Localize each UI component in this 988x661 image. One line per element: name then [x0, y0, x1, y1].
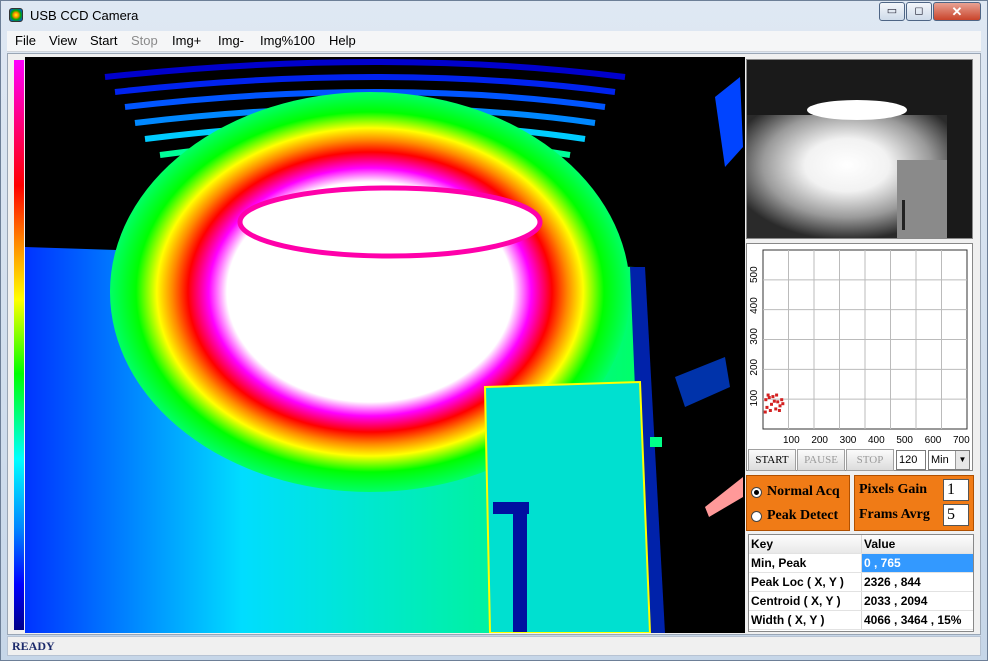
false-color-image-view[interactable]: [25, 57, 745, 633]
table-header: Key Value: [749, 535, 973, 554]
data-point: [764, 398, 768, 402]
radio-unchecked-icon: [751, 511, 762, 522]
row-value: 2033 , 2094: [861, 592, 973, 610]
x-tick-label: 600: [925, 435, 942, 446]
radio-checked-icon: [751, 487, 762, 498]
x-tick-label: 300: [840, 435, 857, 446]
acquisition-mode-panel: Normal Acq Peak Detect: [746, 475, 850, 531]
row-value: 0 , 765: [861, 554, 973, 572]
menu-img-plus[interactable]: Img+: [172, 33, 201, 48]
acquisition-controls: START PAUSE STOP 120 Min ▼: [748, 449, 974, 473]
title-bar[interactable]: USB CCD Camera ▭ ◻ ✕: [1, 1, 987, 31]
key-column-header[interactable]: Key: [751, 537, 773, 551]
menu-img-100[interactable]: Img%100: [260, 33, 315, 48]
y-tick-label: 400: [749, 297, 760, 314]
data-point: [775, 393, 779, 397]
y-tick-label: 500: [749, 266, 760, 283]
y-tick-label: 300: [749, 328, 760, 345]
client-area: 100 200 300 400 500 600 700 100 200 300 400 500 STA…: [7, 53, 981, 635]
minimize-button[interactable]: ▭: [879, 2, 905, 21]
x-tick-label: 100: [783, 435, 800, 446]
menu-help[interactable]: Help: [329, 33, 356, 48]
data-point: [780, 398, 784, 402]
data-point: [777, 408, 781, 412]
status-bar: READY: [7, 636, 981, 656]
data-point: [763, 410, 767, 414]
x-tick-label: 200: [811, 435, 828, 446]
data-point: [772, 399, 776, 403]
y-tick-label: 100: [749, 389, 760, 406]
pause-button[interactable]: PAUSE: [797, 449, 845, 471]
mode-select-value: Min: [931, 454, 949, 466]
peak-detect-label: Peak Detect: [767, 508, 839, 523]
data-point: [774, 407, 778, 411]
menu-start[interactable]: Start: [90, 33, 117, 48]
status-text: READY: [12, 639, 55, 653]
x-tick-label: 700: [953, 435, 970, 446]
close-button[interactable]: ✕: [933, 2, 981, 21]
menu-img-minus[interactable]: Img-: [218, 33, 244, 48]
data-point: [776, 400, 780, 404]
table-row[interactable]: Width ( X, Y ) 4066 , 3464 , 15%: [749, 611, 973, 630]
menu-bar: File View Start Stop Img+ Img- Img%100 H…: [7, 31, 981, 52]
camera-preview-image: [746, 59, 973, 239]
scatter-chart: 100 200 300 400 500 600 700 100 200 300 400 500: [749, 249, 970, 446]
false-color-image: [25, 57, 745, 633]
frame-count-field[interactable]: 120: [896, 450, 926, 470]
start-button[interactable]: START: [748, 449, 796, 471]
grayscale-preview: [747, 60, 972, 238]
color-palette-bar: [14, 60, 24, 630]
pixels-gain-label: Pixels Gain: [859, 482, 928, 497]
table-row[interactable]: Min, Peak 0 , 765: [749, 554, 973, 573]
chevron-down-icon: ▼: [955, 451, 969, 469]
menu-view[interactable]: View: [49, 33, 77, 48]
normal-acq-radio[interactable]: Normal Acq: [751, 484, 840, 500]
normal-acq-label: Normal Acq: [767, 484, 840, 499]
peak-detect-radio[interactable]: Peak Detect: [751, 508, 838, 524]
menu-file[interactable]: File: [15, 33, 36, 48]
frames-average-label: Frams Avrg: [859, 507, 930, 522]
table-row[interactable]: Centroid ( X, Y ) 2033 , 2094: [749, 592, 973, 611]
peak-scatter-plot: 100 200 300 400 500 600 700 100 200 300 400 500: [746, 243, 973, 471]
data-point: [770, 402, 773, 406]
window-title: USB CCD Camera: [30, 8, 139, 23]
row-key: Min, Peak: [751, 556, 807, 570]
table-row[interactable]: Peak Loc ( X, Y ) 2326 , 844: [749, 573, 973, 592]
row-value: 2326 , 844: [861, 573, 973, 591]
data-point: [765, 405, 769, 409]
gain-average-panel: Pixels Gain 1 Frams Avrg 5: [854, 475, 974, 531]
measurement-table: Key Value Min, Peak 0 , 765 Peak Loc ( X…: [748, 534, 974, 632]
data-point: [778, 404, 782, 408]
row-key: Centroid ( X, Y ): [751, 594, 841, 608]
data-point: [766, 393, 770, 397]
x-tick-label: 500: [896, 435, 913, 446]
data-point: [781, 402, 785, 406]
row-value: 4066 , 3464 , 15%: [861, 611, 973, 629]
y-tick-label: 200: [749, 358, 760, 375]
data-point: [771, 395, 775, 399]
main-window: USB CCD Camera ▭ ◻ ✕ File View Start Sto…: [0, 0, 988, 661]
row-key: Width ( X, Y ): [751, 613, 825, 627]
app-camera-icon: [9, 8, 23, 22]
frames-average-field[interactable]: 5: [943, 504, 969, 526]
row-key: Peak Loc ( X, Y ): [751, 575, 844, 589]
stop-button[interactable]: STOP: [846, 449, 894, 471]
menu-stop[interactable]: Stop: [131, 33, 158, 48]
restore-button[interactable]: ◻: [906, 2, 932, 21]
x-tick-label: 400: [868, 435, 885, 446]
pixels-gain-field[interactable]: 1: [943, 479, 969, 501]
data-point: [768, 408, 772, 412]
mode-select[interactable]: Min ▼: [928, 450, 970, 470]
value-column-header[interactable]: Value: [861, 535, 973, 553]
